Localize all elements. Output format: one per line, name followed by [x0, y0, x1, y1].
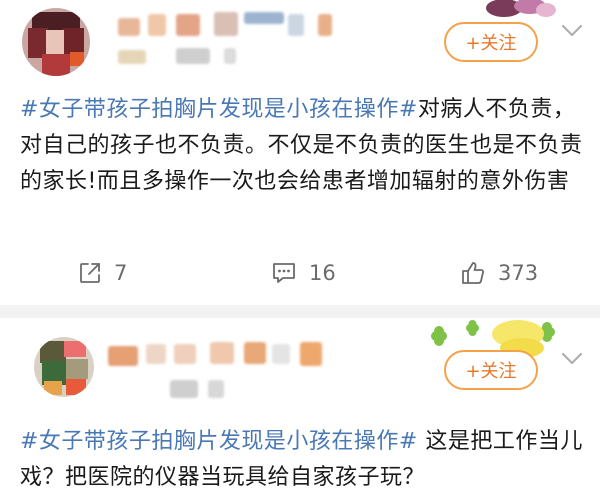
like-count: 373 [498, 261, 539, 285]
username-redacted [244, 12, 284, 24]
repost-button[interactable]: 7 [78, 261, 127, 285]
follow-button[interactable]: +关注 [444, 22, 538, 62]
post-meta-redacted [208, 380, 224, 398]
post-meta-redacted [224, 48, 236, 64]
post-card: +关注 #女子带孩子拍胸片发现是小孩在操作# 这是把工作当儿戏？把医院的仪器当玩… [0, 318, 600, 492]
comment-button[interactable]: 16 [271, 261, 336, 285]
username-redacted [210, 342, 234, 364]
username-redacted [300, 342, 322, 366]
username-redacted[interactable] [118, 18, 140, 36]
repost-count: 7 [114, 261, 128, 285]
username-redacted [244, 342, 266, 364]
avatar[interactable] [22, 8, 90, 76]
username-redacted [214, 12, 238, 36]
post-content: #女子带孩子拍胸片发现是小孩在操作# 这是把工作当儿戏？把医院的仪器当玩具给自家… [20, 424, 590, 492]
like-button[interactable]: 373 [460, 260, 538, 286]
username-redacted [288, 14, 304, 36]
like-icon [462, 262, 484, 284]
avatar[interactable] [34, 337, 94, 397]
topic-link[interactable]: #女子带孩子拍胸片发现是小孩在操作# [20, 97, 418, 122]
username-redacted [318, 14, 332, 36]
username-redacted[interactable] [108, 346, 138, 366]
post-meta-redacted [176, 48, 210, 64]
username-redacted [272, 344, 290, 364]
chevron-down-icon[interactable] [561, 352, 583, 366]
comment-icon [273, 263, 295, 283]
repost-icon [80, 263, 100, 283]
post-meta-redacted [118, 50, 146, 64]
username-redacted [146, 344, 166, 364]
comment-count: 16 [309, 261, 336, 285]
follow-button[interactable]: +关注 [444, 350, 538, 390]
post-meta-redacted [170, 380, 198, 398]
post-content: #女子带孩子拍胸片发现是小孩在操作#对病人不负责，对自己的孩子也不负责。不仅是不… [20, 92, 590, 200]
action-bar: 7 16 373 [0, 253, 600, 293]
username-redacted [176, 14, 200, 36]
chevron-down-icon[interactable] [561, 24, 583, 38]
topic-link[interactable]: #女子带孩子拍胸片发现是小孩在操作# [20, 429, 418, 454]
username-redacted [148, 14, 166, 36]
post-card: +关注 #女子带孩子拍胸片发现是小孩在操作#对病人不负责，对自己的孩子也不负责。… [0, 0, 600, 305]
username-redacted [174, 344, 196, 364]
